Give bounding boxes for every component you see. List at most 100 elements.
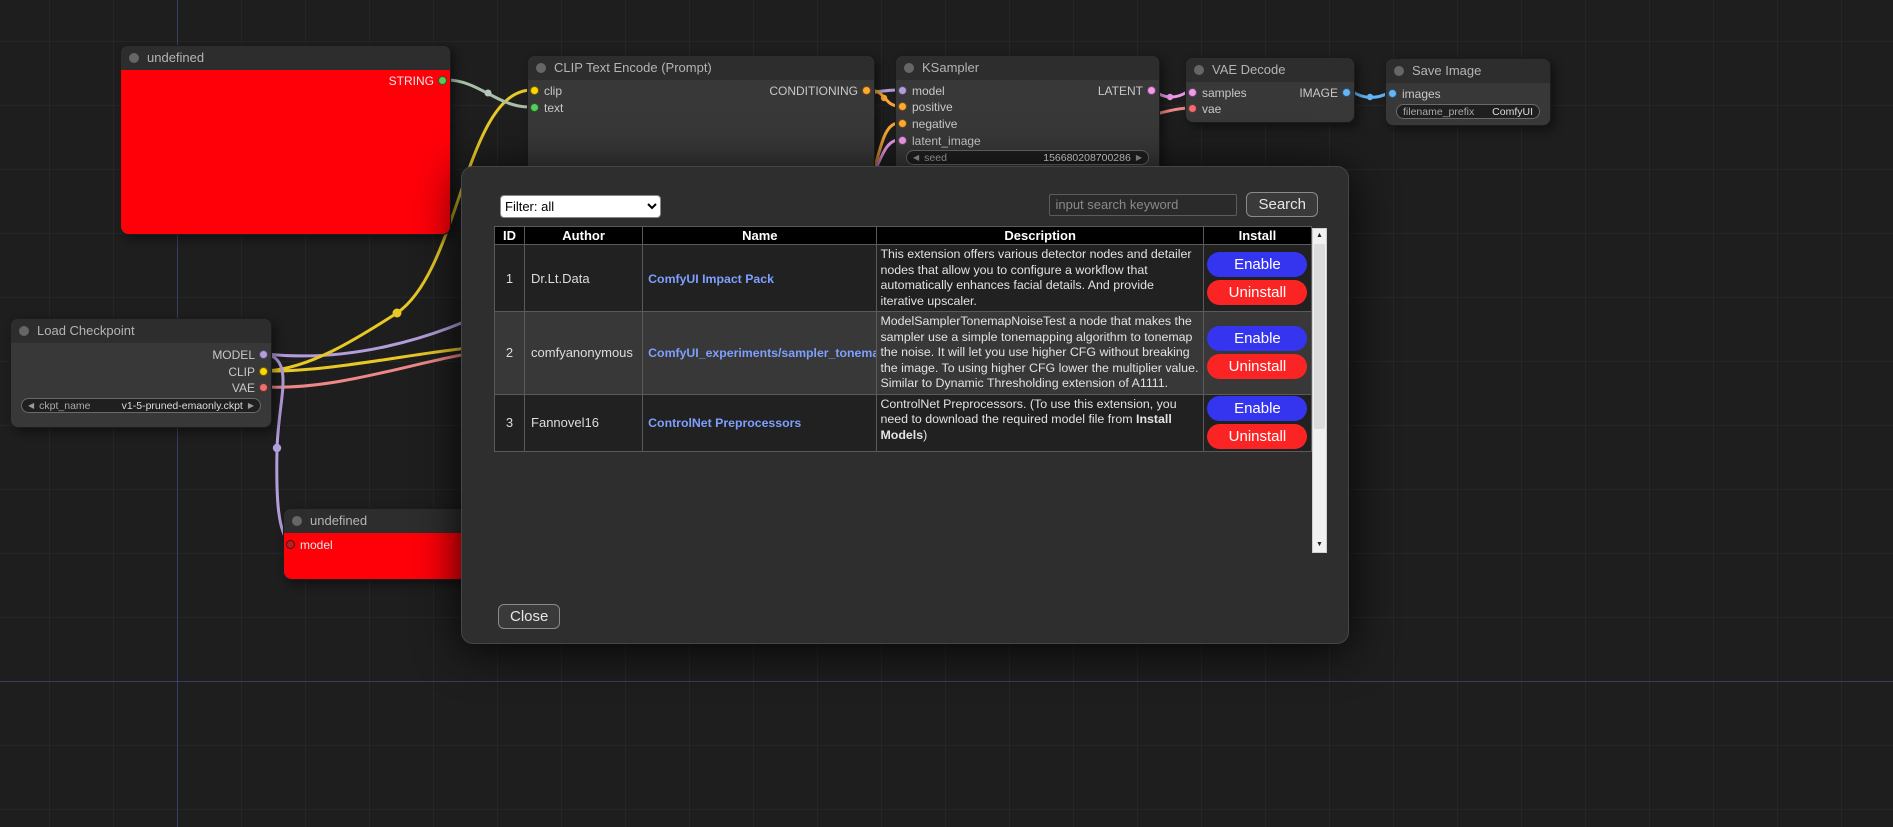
node-collapse-dot[interactable] — [19, 326, 29, 336]
ext-author: Fannovel16 — [525, 394, 643, 451]
ext-author: Dr.Lt.Data — [525, 245, 643, 312]
header-install: Install — [1203, 227, 1311, 245]
table-row: 2 comfyanonymous ComfyUI_experiments/sam… — [495, 312, 1312, 395]
node-undefined-bottom[interactable]: undefined model — [283, 508, 471, 580]
link-midpoint-dot — [1367, 94, 1373, 100]
node-collapse-dot[interactable] — [536, 63, 546, 73]
decrement-arrow-icon[interactable]: ◀ — [913, 151, 919, 164]
uninstall-button[interactable]: Uninstall — [1207, 354, 1307, 379]
header-description: Description — [877, 227, 1203, 245]
header-name: Name — [643, 227, 877, 245]
desc-text: This extension offers various detector n… — [880, 247, 1191, 308]
input-dot-samples[interactable] — [1188, 88, 1197, 97]
input-dot-positive[interactable] — [898, 102, 907, 111]
link-midpoint-dot — [881, 95, 887, 101]
increment-arrow-icon[interactable]: ▶ — [1136, 151, 1142, 164]
node-title-bar[interactable]: undefined — [121, 46, 450, 70]
input-label-samples: samples — [1202, 86, 1247, 100]
ext-install-cell: Enable Uninstall — [1203, 245, 1311, 312]
increment-arrow-icon[interactable]: ▶ — [248, 399, 254, 412]
input-label-images: images — [1402, 87, 1441, 101]
link-midpoint-dot — [393, 309, 402, 318]
input-dot-model[interactable] — [898, 86, 907, 95]
output-label-conditioning: CONDITIONING — [769, 84, 858, 98]
node-collapse-dot[interactable] — [1194, 65, 1204, 75]
scrollbar-thumb[interactable] — [1314, 244, 1325, 429]
node-title-text: VAE Decode — [1212, 62, 1285, 77]
input-dot-vae[interactable] — [1188, 104, 1197, 113]
input-dot-text[interactable] — [530, 103, 539, 112]
uninstall-button[interactable]: Uninstall — [1207, 424, 1307, 449]
node-title-bar[interactable]: VAE Decode — [1186, 58, 1354, 82]
output-label-vae: VAE — [232, 381, 255, 395]
node-title-text: KSampler — [922, 60, 979, 75]
table-scrollbar[interactable]: ▲ ▼ — [1312, 228, 1327, 553]
search-group: Search — [1049, 192, 1318, 217]
search-button[interactable]: Search — [1246, 192, 1318, 217]
output-dot-conditioning[interactable] — [862, 86, 871, 95]
node-save-image[interactable]: Save Image images filename_prefix ComfyU… — [1385, 58, 1551, 126]
ext-description: This extension offers various detector n… — [877, 245, 1203, 312]
enable-button[interactable]: Enable — [1207, 396, 1307, 421]
output-label-image: IMAGE — [1299, 86, 1338, 100]
node-collapse-dot[interactable] — [129, 53, 139, 63]
widget-value: v1-5-pruned-emaonly.ckpt — [96, 400, 243, 412]
node-undefined-top[interactable]: undefined STRING — [120, 45, 451, 235]
decrement-arrow-icon[interactable]: ◀ — [28, 399, 34, 412]
output-label-model: MODEL — [212, 348, 255, 362]
ext-name-link[interactable]: ControlNet Preprocessors — [648, 416, 801, 430]
output-dot-string[interactable] — [438, 76, 447, 85]
node-title-bar[interactable]: KSampler — [896, 56, 1159, 80]
input-label-clip: clip — [544, 84, 562, 98]
filter-dropdown[interactable]: Filter: all — [500, 195, 661, 218]
output-dot-vae[interactable] — [259, 383, 268, 392]
input-dot-images[interactable] — [1388, 89, 1397, 98]
enable-button[interactable]: Enable — [1207, 326, 1307, 351]
ext-name-link[interactable]: ComfyUI_experiments/sampler_tonemap — [648, 346, 877, 360]
comfyui-canvas[interactable]: { "canvas": { "nodes": { "undefined_top"… — [0, 0, 1893, 827]
node-title-bar[interactable]: Load Checkpoint — [11, 319, 271, 343]
header-author: Author — [525, 227, 643, 245]
node-collapse-dot[interactable] — [292, 516, 302, 526]
output-dot-image[interactable] — [1342, 88, 1351, 97]
scrollbar-down-arrow-icon[interactable]: ▼ — [1313, 538, 1326, 552]
widget-value: ComfyUI — [1479, 106, 1533, 118]
input-dot-clip[interactable] — [530, 86, 539, 95]
desc-text: ControlNet Preprocessors. (To use this e… — [880, 397, 1176, 427]
ext-description: ModelSamplerTonemapNoiseTest a node that… — [877, 312, 1203, 395]
output-dot-latent[interactable] — [1147, 86, 1156, 95]
desc-text: ModelSamplerTonemapNoiseTest a node that… — [880, 314, 1198, 390]
input-label-model: model — [300, 538, 333, 552]
close-button[interactable]: Close — [498, 604, 560, 629]
enable-button[interactable]: Enable — [1207, 252, 1307, 277]
ext-id: 3 — [495, 394, 525, 451]
node-load-checkpoint[interactable]: Load Checkpoint MODEL CLIP VAE ◀ ckpt_na… — [10, 318, 272, 428]
widget-label: filename_prefix — [1403, 106, 1474, 118]
node-collapse-dot[interactable] — [904, 63, 914, 73]
scrollbar-up-arrow-icon[interactable]: ▲ — [1313, 229, 1326, 243]
uninstall-button[interactable]: Uninstall — [1207, 280, 1307, 305]
input-dot-negative[interactable] — [898, 119, 907, 128]
search-input[interactable] — [1049, 194, 1237, 216]
input-dot-latent-image[interactable] — [898, 136, 907, 145]
node-collapse-dot[interactable] — [1394, 66, 1404, 76]
input-label-latent-image: latent_image — [912, 134, 981, 148]
input-label-model: model — [912, 84, 945, 98]
node-title-bar[interactable]: Save Image — [1386, 59, 1550, 83]
node-title-bar[interactable]: undefined — [284, 509, 470, 533]
widget-label: seed — [924, 152, 947, 164]
widget-value: 156680208700286 — [952, 152, 1131, 164]
ckpt-name-widget[interactable]: ◀ ckpt_name v1-5-pruned-emaonly.ckpt ▶ — [21, 398, 261, 413]
node-title-bar[interactable]: CLIP Text Encode (Prompt) — [528, 56, 874, 80]
output-dot-clip[interactable] — [259, 367, 268, 376]
seed-widget[interactable]: ◀ seed 156680208700286 ▶ — [906, 150, 1149, 165]
filename-prefix-widget[interactable]: filename_prefix ComfyUI — [1396, 104, 1540, 119]
node-title-text: Load Checkpoint — [37, 323, 135, 338]
ext-name-link[interactable]: ComfyUI Impact Pack — [648, 272, 774, 286]
ext-install-cell: Enable Uninstall — [1203, 394, 1311, 451]
output-dot-model[interactable] — [259, 350, 268, 359]
input-dot-model[interactable] — [286, 540, 295, 549]
link-midpoint-dot — [485, 90, 492, 97]
node-vae-decode[interactable]: VAE Decode samples vae IMAGE — [1185, 57, 1355, 123]
ext-id: 2 — [495, 312, 525, 395]
